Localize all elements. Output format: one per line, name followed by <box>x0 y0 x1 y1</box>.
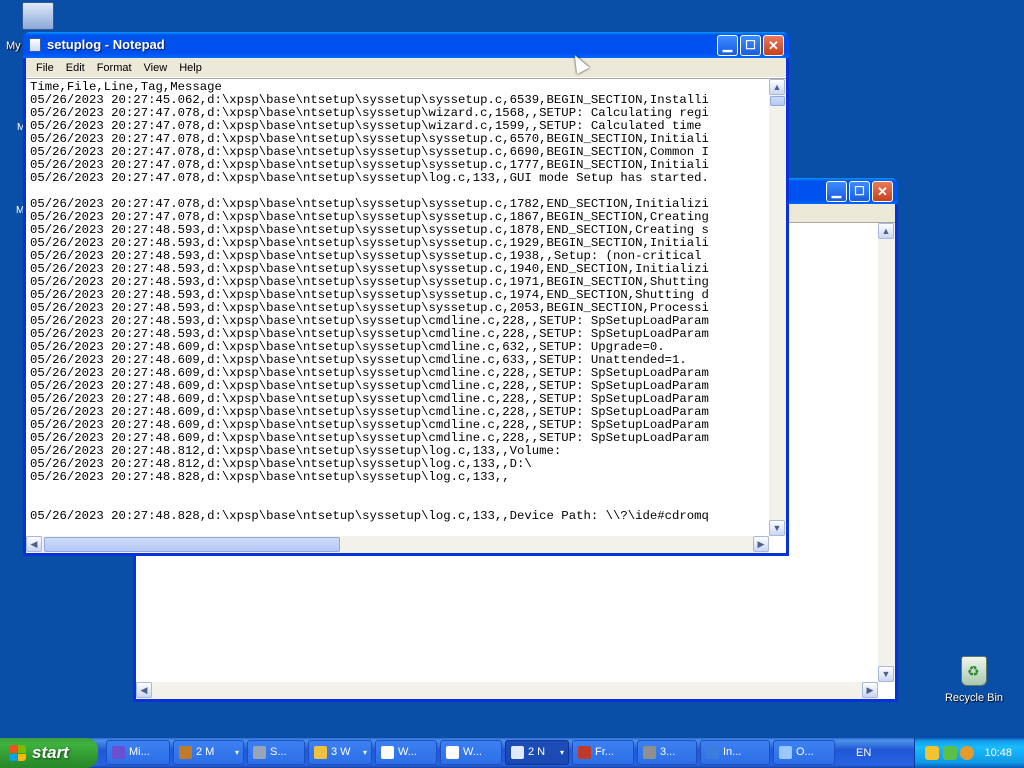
taskbar-button-label: In... <box>723 746 742 758</box>
menu-help[interactable]: Help <box>173 58 208 77</box>
search-icon[interactable] <box>960 746 974 760</box>
my-computer-label: My <box>6 40 21 52</box>
vertical-scrollbar[interactable]: ▲ ▼ <box>878 223 895 682</box>
taskbar-button[interactable]: Mi... <box>106 740 170 765</box>
text-editor[interactable]: Time,File,Line,Tag,Message 05/26/2023 20:… <box>26 78 786 553</box>
log-text-area[interactable]: Time,File,Line,Tag,Message 05/26/2023 20:… <box>30 81 766 533</box>
taskbar-button-label: W... <box>463 746 482 758</box>
app-icon <box>578 746 591 759</box>
taskbar-button-label: W... <box>398 746 417 758</box>
scroll-right-button[interactable]: ▶ <box>862 682 878 698</box>
menu-bar: File Edit Format View Help <box>26 58 786 78</box>
app-icon <box>381 746 394 759</box>
app-icon <box>779 746 792 759</box>
app-icon <box>253 746 266 759</box>
minimize-button[interactable]: ▁ <box>717 35 738 56</box>
taskbar-button[interactable]: In... <box>700 740 770 765</box>
taskbar-button[interactable]: 3 W ▾ <box>308 740 372 765</box>
taskbar-button-label: O... <box>796 746 814 758</box>
group-dropdown-icon: ▾ <box>559 748 564 757</box>
recycle-bin-icon[interactable]: ♻ Recycle Bin <box>938 656 1010 704</box>
start-button[interactable]: start <box>0 738 98 768</box>
taskbar-button[interactable]: W... <box>375 740 437 765</box>
app-icon <box>112 746 125 759</box>
windows-flag-icon <box>9 745 26 761</box>
taskbar-button-label: 2 M <box>196 746 215 758</box>
app-icon <box>446 746 459 759</box>
network-icon[interactable] <box>943 746 957 760</box>
group-dropdown-icon: ▾ <box>234 748 239 757</box>
maximize-button[interactable]: ☐ <box>740 35 761 56</box>
minimize-button[interactable]: ▁ <box>826 181 847 202</box>
log-line: 05/26/2023 20:27:47.078,d:\xpsp\base\nts… <box>30 171 709 185</box>
scroll-left-button[interactable]: ◀ <box>26 536 42 552</box>
recycle-bin-graphic: ♻ <box>961 656 987 686</box>
close-button[interactable]: ✕ <box>763 35 784 56</box>
scroll-down-button[interactable]: ▼ <box>769 520 785 536</box>
menu-format[interactable]: Format <box>91 58 138 77</box>
maximize-button[interactable]: ☐ <box>849 181 870 202</box>
notepad-icon <box>29 38 41 52</box>
start-label: start <box>32 743 69 762</box>
taskbar-buttons: Mi... 2 M ▾ S... 3 W ▾ W... W... 2 N ▾ Fr... 3... In… <box>106 740 835 765</box>
close-button[interactable]: ✕ <box>872 181 893 202</box>
vertical-scrollbar[interactable]: ▲ ▼ <box>769 79 786 536</box>
language-indicator[interactable]: EN <box>856 738 871 768</box>
app-icon <box>511 746 524 759</box>
log-line: 05/26/2023 20:27:48.828,d:\xpsp\base\nts… <box>30 470 510 484</box>
taskbar-button[interactable]: 2 M ▾ <box>173 740 244 765</box>
scroll-up-button[interactable]: ▲ <box>878 223 894 239</box>
my-computer-icon[interactable]: My <box>0 2 60 52</box>
notepad-window[interactable]: setuplog - Notepad ▁ ☐ ✕ File Edit Forma… <box>23 32 789 556</box>
taskbar-button[interactable]: W... <box>440 740 502 765</box>
taskbar-button[interactable]: O... <box>773 740 835 765</box>
app-icon <box>179 746 192 759</box>
taskbar-button[interactable]: 2 N ▾ <box>505 740 569 765</box>
menu-file[interactable]: File <box>30 58 60 77</box>
log-line: 05/26/2023 20:27:48.828,d:\xpsp\base\nts… <box>30 509 709 523</box>
taskbar: start Mi... 2 M ▾ S... 3 W ▾ W... W... 2 N ▾ Fr...… <box>0 738 1024 768</box>
menu-edit[interactable]: Edit <box>60 58 91 77</box>
app-icon <box>706 746 719 759</box>
taskbar-button[interactable]: S... <box>247 740 305 765</box>
notepad-titlebar[interactable]: setuplog - Notepad ▁ ☐ ✕ <box>23 32 789 58</box>
taskbar-button-label: 3... <box>660 746 676 758</box>
taskbar-button-label: Fr... <box>595 746 614 758</box>
clock[interactable]: 10:48 <box>984 738 1012 768</box>
scroll-down-button[interactable]: ▼ <box>878 666 894 682</box>
scroll-up-button[interactable]: ▲ <box>769 79 785 95</box>
taskbar-button-label: S... <box>270 746 287 758</box>
security-shield-icon[interactable] <box>925 746 939 760</box>
taskbar-button-label: 2 N <box>528 746 546 758</box>
menu-view[interactable]: View <box>138 58 174 77</box>
taskbar-button[interactable]: Fr... <box>572 740 634 765</box>
taskbar-button-label: Mi... <box>129 746 150 758</box>
recycle-bin-label: Recycle Bin <box>944 692 1004 704</box>
window-title: setuplog - Notepad <box>47 37 165 52</box>
vertical-scroll-thumb[interactable] <box>770 96 785 106</box>
group-dropdown-icon: ▾ <box>362 748 367 757</box>
scroll-left-button[interactable]: ◀ <box>136 682 152 698</box>
horizontal-scrollbar[interactable]: ◀ ▶ <box>136 682 878 699</box>
app-icon <box>314 746 327 759</box>
horizontal-scroll-thumb[interactable] <box>44 537 340 552</box>
system-tray: 10:48 <box>914 738 1024 768</box>
taskbar-button-label: 3 W <box>331 746 351 758</box>
app-icon <box>643 746 656 759</box>
computer-icon <box>22 2 54 30</box>
horizontal-scrollbar[interactable]: ◀ ▶ <box>26 536 769 553</box>
scroll-right-button[interactable]: ▶ <box>753 536 769 552</box>
taskbar-button[interactable]: 3... <box>637 740 697 765</box>
